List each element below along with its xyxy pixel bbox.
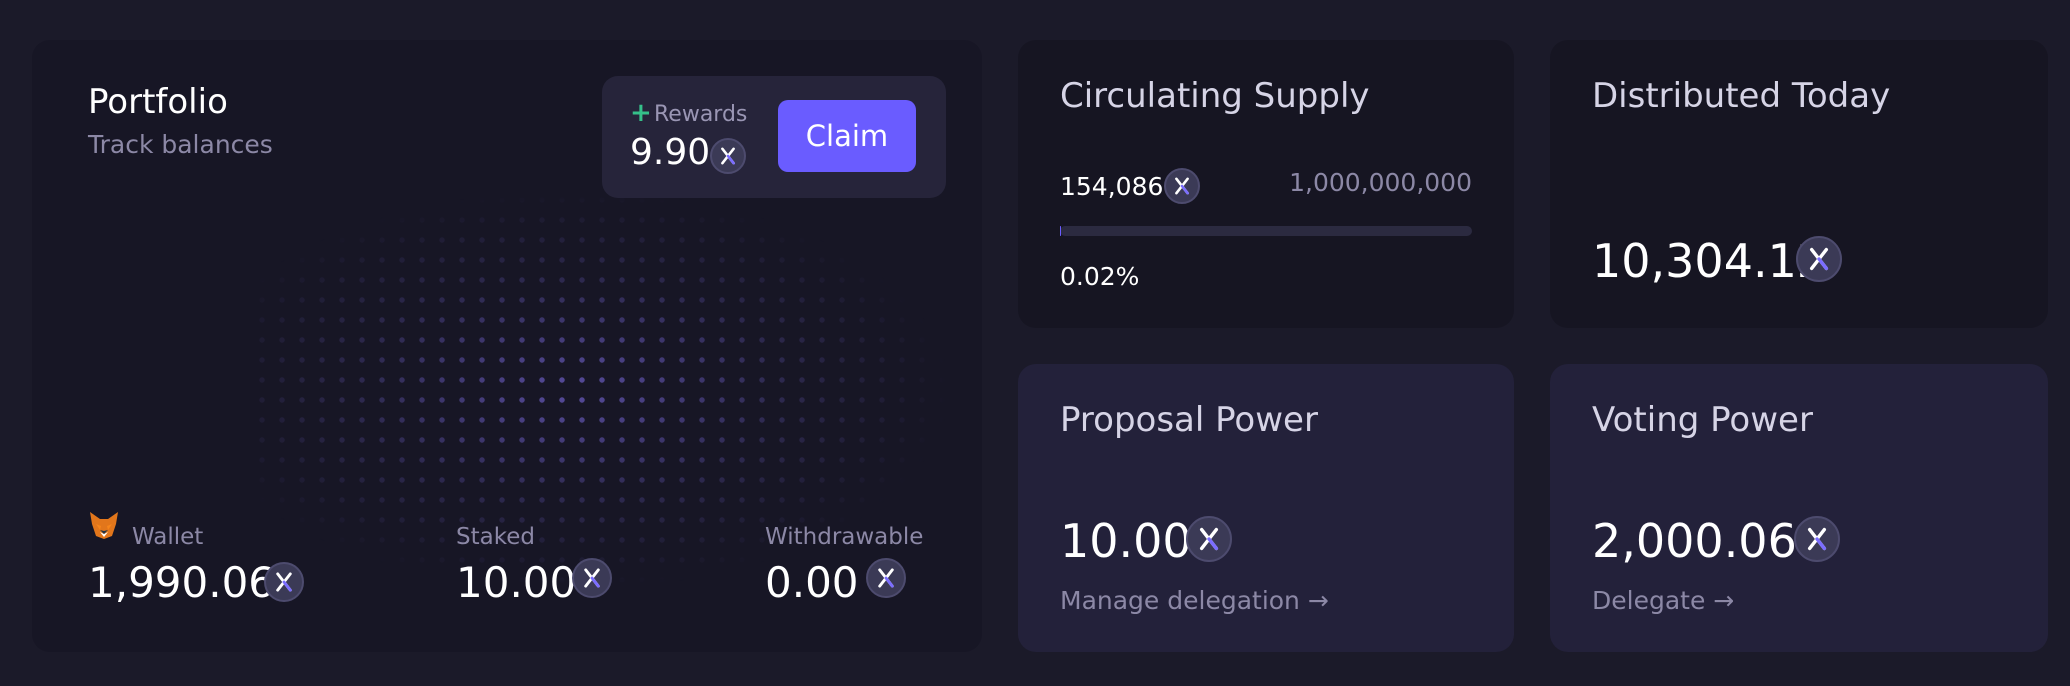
manage-delegation-link[interactable]: Manage delegation → [1060, 586, 1329, 615]
distributed-value: 10,304.12 [1592, 234, 1827, 288]
staked-value: 10.00 [456, 558, 577, 607]
plus-icon: + [630, 98, 652, 128]
portfolio-subtitle: Track balances [88, 130, 273, 159]
x-token-icon [1186, 516, 1232, 562]
voting-title: Voting Power [1592, 400, 1813, 440]
proposal-title: Proposal Power [1060, 400, 1318, 440]
supply-current: 154,086 [1060, 172, 1164, 201]
proposal-power-card: Proposal Power 10.00 Manage delegation → [1018, 364, 1514, 652]
portfolio-title: Portfolio [88, 82, 228, 122]
x-token-icon [866, 558, 906, 598]
voting-power-card: Voting Power 2,000.06 Delegate → [1550, 364, 2048, 652]
x-token-icon [572, 558, 612, 598]
rewards-label: Rewards [654, 102, 748, 127]
circulating-supply-card: Circulating Supply 154,086 1,000,000,000… [1018, 40, 1514, 328]
distributed-today-card: Distributed Today 10,304.12 [1550, 40, 2048, 328]
dashboard: Portfolio Track balances + Rewards 9.90 … [0, 0, 2070, 686]
withdrawable-label: Withdrawable [765, 524, 924, 550]
rewards-panel: + Rewards 9.90 Claim [602, 76, 946, 198]
x-token-icon [1164, 168, 1200, 204]
x-token-icon [710, 138, 746, 174]
delegate-link[interactable]: Delegate → [1592, 586, 1734, 615]
proposal-value: 10.00 [1060, 514, 1192, 568]
supply-max: 1,000,000,000 [1289, 168, 1472, 197]
rewards-value: 9.90 [630, 132, 711, 173]
portfolio-card: Portfolio Track balances + Rewards 9.90 … [32, 40, 982, 652]
x-token-icon [1794, 516, 1840, 562]
supply-title: Circulating Supply [1060, 76, 1370, 116]
supply-progress-bar [1060, 226, 1472, 236]
distributed-title: Distributed Today [1592, 76, 1891, 116]
wallet-value: 1,990.06 [88, 558, 276, 607]
wallet-label: Wallet [132, 524, 204, 550]
x-token-icon [264, 562, 304, 602]
x-token-icon [1796, 236, 1842, 282]
withdrawable-value: 0.00 [765, 558, 859, 607]
supply-percent: 0.02% [1060, 262, 1140, 291]
metamask-fox-icon [90, 512, 118, 539]
claim-button[interactable]: Claim [778, 100, 916, 172]
staked-label: Staked [456, 524, 535, 550]
voting-value: 2,000.06 [1592, 514, 1797, 568]
